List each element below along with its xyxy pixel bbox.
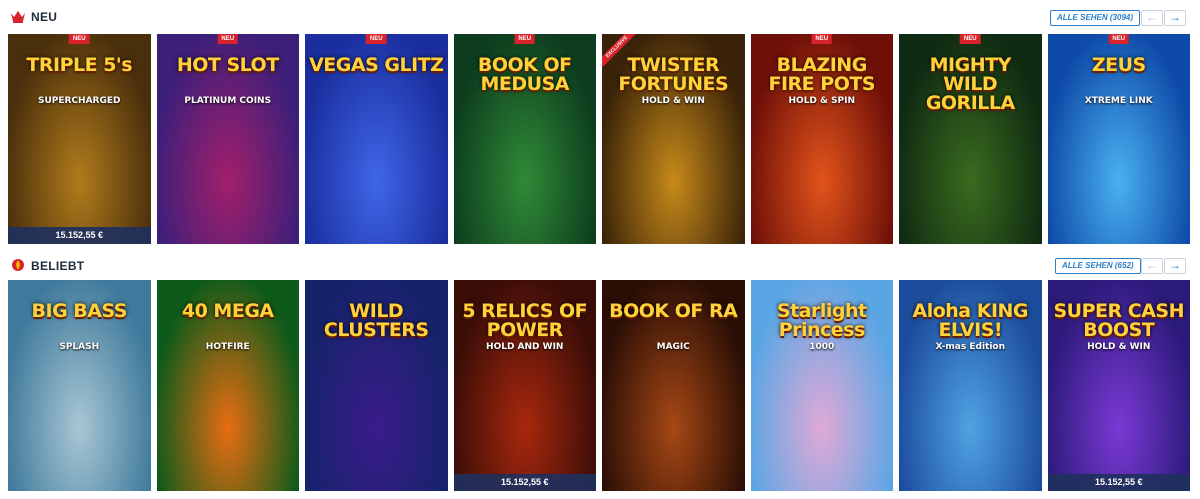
- game-tile[interactable]: 5 RELICS OF POWER HOLD AND WIN 15.152,55 €: [453, 280, 596, 491]
- game-tile[interactable]: BOOK OF RA MAGIC: [602, 280, 745, 491]
- jackpot-amount: 15.152,55 €: [1047, 474, 1190, 491]
- game-tile[interactable]: 40 MEGA HOTFIRE: [156, 280, 299, 491]
- game-tile[interactable]: Aloha KING ELVIS! X-mas Edition: [899, 280, 1042, 491]
- jackpot-amount: 15.152,55 €: [453, 474, 596, 491]
- prev-arrow-button[interactable]: ←: [1141, 258, 1163, 274]
- new-badge: NEU: [1108, 34, 1130, 44]
- section-title: BELIEBT: [31, 259, 85, 273]
- game-title: BIG BASS: [31, 300, 128, 322]
- new-badge: NEU: [365, 34, 387, 44]
- see-all-button[interactable]: ALLE SEHEN (3094): [1050, 10, 1141, 26]
- game-tile[interactable]: VEGAS GLITZ NEU: [305, 34, 448, 244]
- game-tile[interactable]: HOT SLOT PLATINUM COINS NEU: [156, 34, 299, 244]
- section-title: NEU: [31, 10, 58, 24]
- game-title: BOOK OF RA: [609, 300, 738, 322]
- game-carousel: TRIPLE 5's SUPERCHARGED NEU 15.152,55 € HOT …: [8, 34, 1192, 244]
- new-badge: NEU: [514, 34, 536, 44]
- game-title: SUPER CASH BOOST: [1053, 300, 1185, 341]
- game-tile[interactable]: ZEUS XTREME LINK NEU: [1047, 34, 1190, 244]
- game-tile[interactable]: TRIPLE 5's SUPERCHARGED NEU 15.152,55 €: [8, 34, 151, 244]
- game-title: TWISTER FORTUNES: [618, 54, 729, 95]
- game-carousel: BIG BASS SPLASH 40 MEGA HOTFIRE WILD CLUSTER…: [8, 280, 1192, 491]
- prev-arrow-button[interactable]: ←: [1141, 10, 1163, 26]
- game-title: HOT SLOT: [176, 54, 279, 76]
- game-subtitle: HOTFIRE: [205, 342, 250, 352]
- game-title: MIGHTY WILD GORILLA: [925, 54, 1015, 114]
- game-subtitle: HOLD AND WIN: [486, 342, 564, 352]
- see-all-button[interactable]: ALLE SEHEN (652): [1055, 258, 1141, 274]
- game-title: WILD CLUSTERS: [323, 300, 429, 341]
- next-arrow-button[interactable]: →: [1164, 258, 1186, 274]
- game-title: VEGAS GLITZ: [309, 54, 444, 76]
- crown-icon: [11, 11, 25, 23]
- section-beliebt: BELIEBT ALLE SEHEN (652) ← → BIG BASS SPL…: [0, 252, 1200, 499]
- game-subtitle: PLATINUM COINS: [184, 96, 272, 106]
- game-subtitle: X-mas Edition: [935, 342, 1006, 352]
- game-tile[interactable]: MIGHTY WILD GORILLA NEU: [899, 34, 1042, 244]
- new-badge: NEU: [217, 34, 239, 44]
- section-header: NEU ALLE SEHEN (3094) ← →: [0, 0, 1200, 34]
- game-title: 5 RELICS OF POWER: [462, 300, 588, 341]
- game-subtitle: HOLD & WIN: [641, 96, 705, 106]
- game-title: BLAZING FIRE POTS: [768, 54, 876, 95]
- game-subtitle: HOLD & SPIN: [788, 96, 855, 106]
- game-tile[interactable]: SUPER CASH BOOST HOLD & WIN 15.152,55 €: [1047, 280, 1190, 491]
- game-tile[interactable]: TWISTER FORTUNES HOLD & WIN EXCLUSIVE: [602, 34, 745, 244]
- game-title: BOOK OF MEDUSA: [477, 54, 572, 95]
- game-subtitle: 1000: [809, 342, 835, 352]
- game-title: TRIPLE 5's: [26, 54, 133, 76]
- new-badge: NEU: [68, 34, 90, 44]
- game-tile[interactable]: BOOK OF MEDUSA NEU: [453, 34, 596, 244]
- game-tile[interactable]: BIG BASS SPLASH: [8, 280, 151, 491]
- game-subtitle: XTREME LINK: [1084, 96, 1153, 106]
- game-tile[interactable]: WILD CLUSTERS: [305, 280, 448, 491]
- jackpot-amount: 15.152,55 €: [8, 227, 151, 244]
- flame-icon: [12, 259, 24, 271]
- game-subtitle: MAGIC: [656, 342, 690, 352]
- game-title: ZEUS: [1091, 54, 1146, 76]
- game-title: Aloha KING ELVIS!: [912, 300, 1029, 341]
- next-arrow-button[interactable]: →: [1164, 10, 1186, 26]
- game-tile[interactable]: BLAZING FIRE POTS HOLD & SPIN NEU: [750, 34, 893, 244]
- section-header: BELIEBT ALLE SEHEN (652) ← →: [0, 252, 1200, 280]
- game-subtitle: SPLASH: [59, 342, 100, 352]
- game-subtitle: SUPERCHARGED: [37, 96, 121, 106]
- game-title: Starlight Princess: [776, 300, 867, 341]
- game-subtitle: HOLD & WIN: [1087, 342, 1151, 352]
- game-title: 40 MEGA: [181, 300, 274, 322]
- new-badge: NEU: [811, 34, 833, 44]
- section-neu: NEU ALLE SEHEN (3094) ← → TRIPLE 5's SUPE…: [0, 0, 1200, 250]
- game-tile[interactable]: Starlight Princess 1000: [750, 280, 893, 491]
- new-badge: NEU: [959, 34, 981, 44]
